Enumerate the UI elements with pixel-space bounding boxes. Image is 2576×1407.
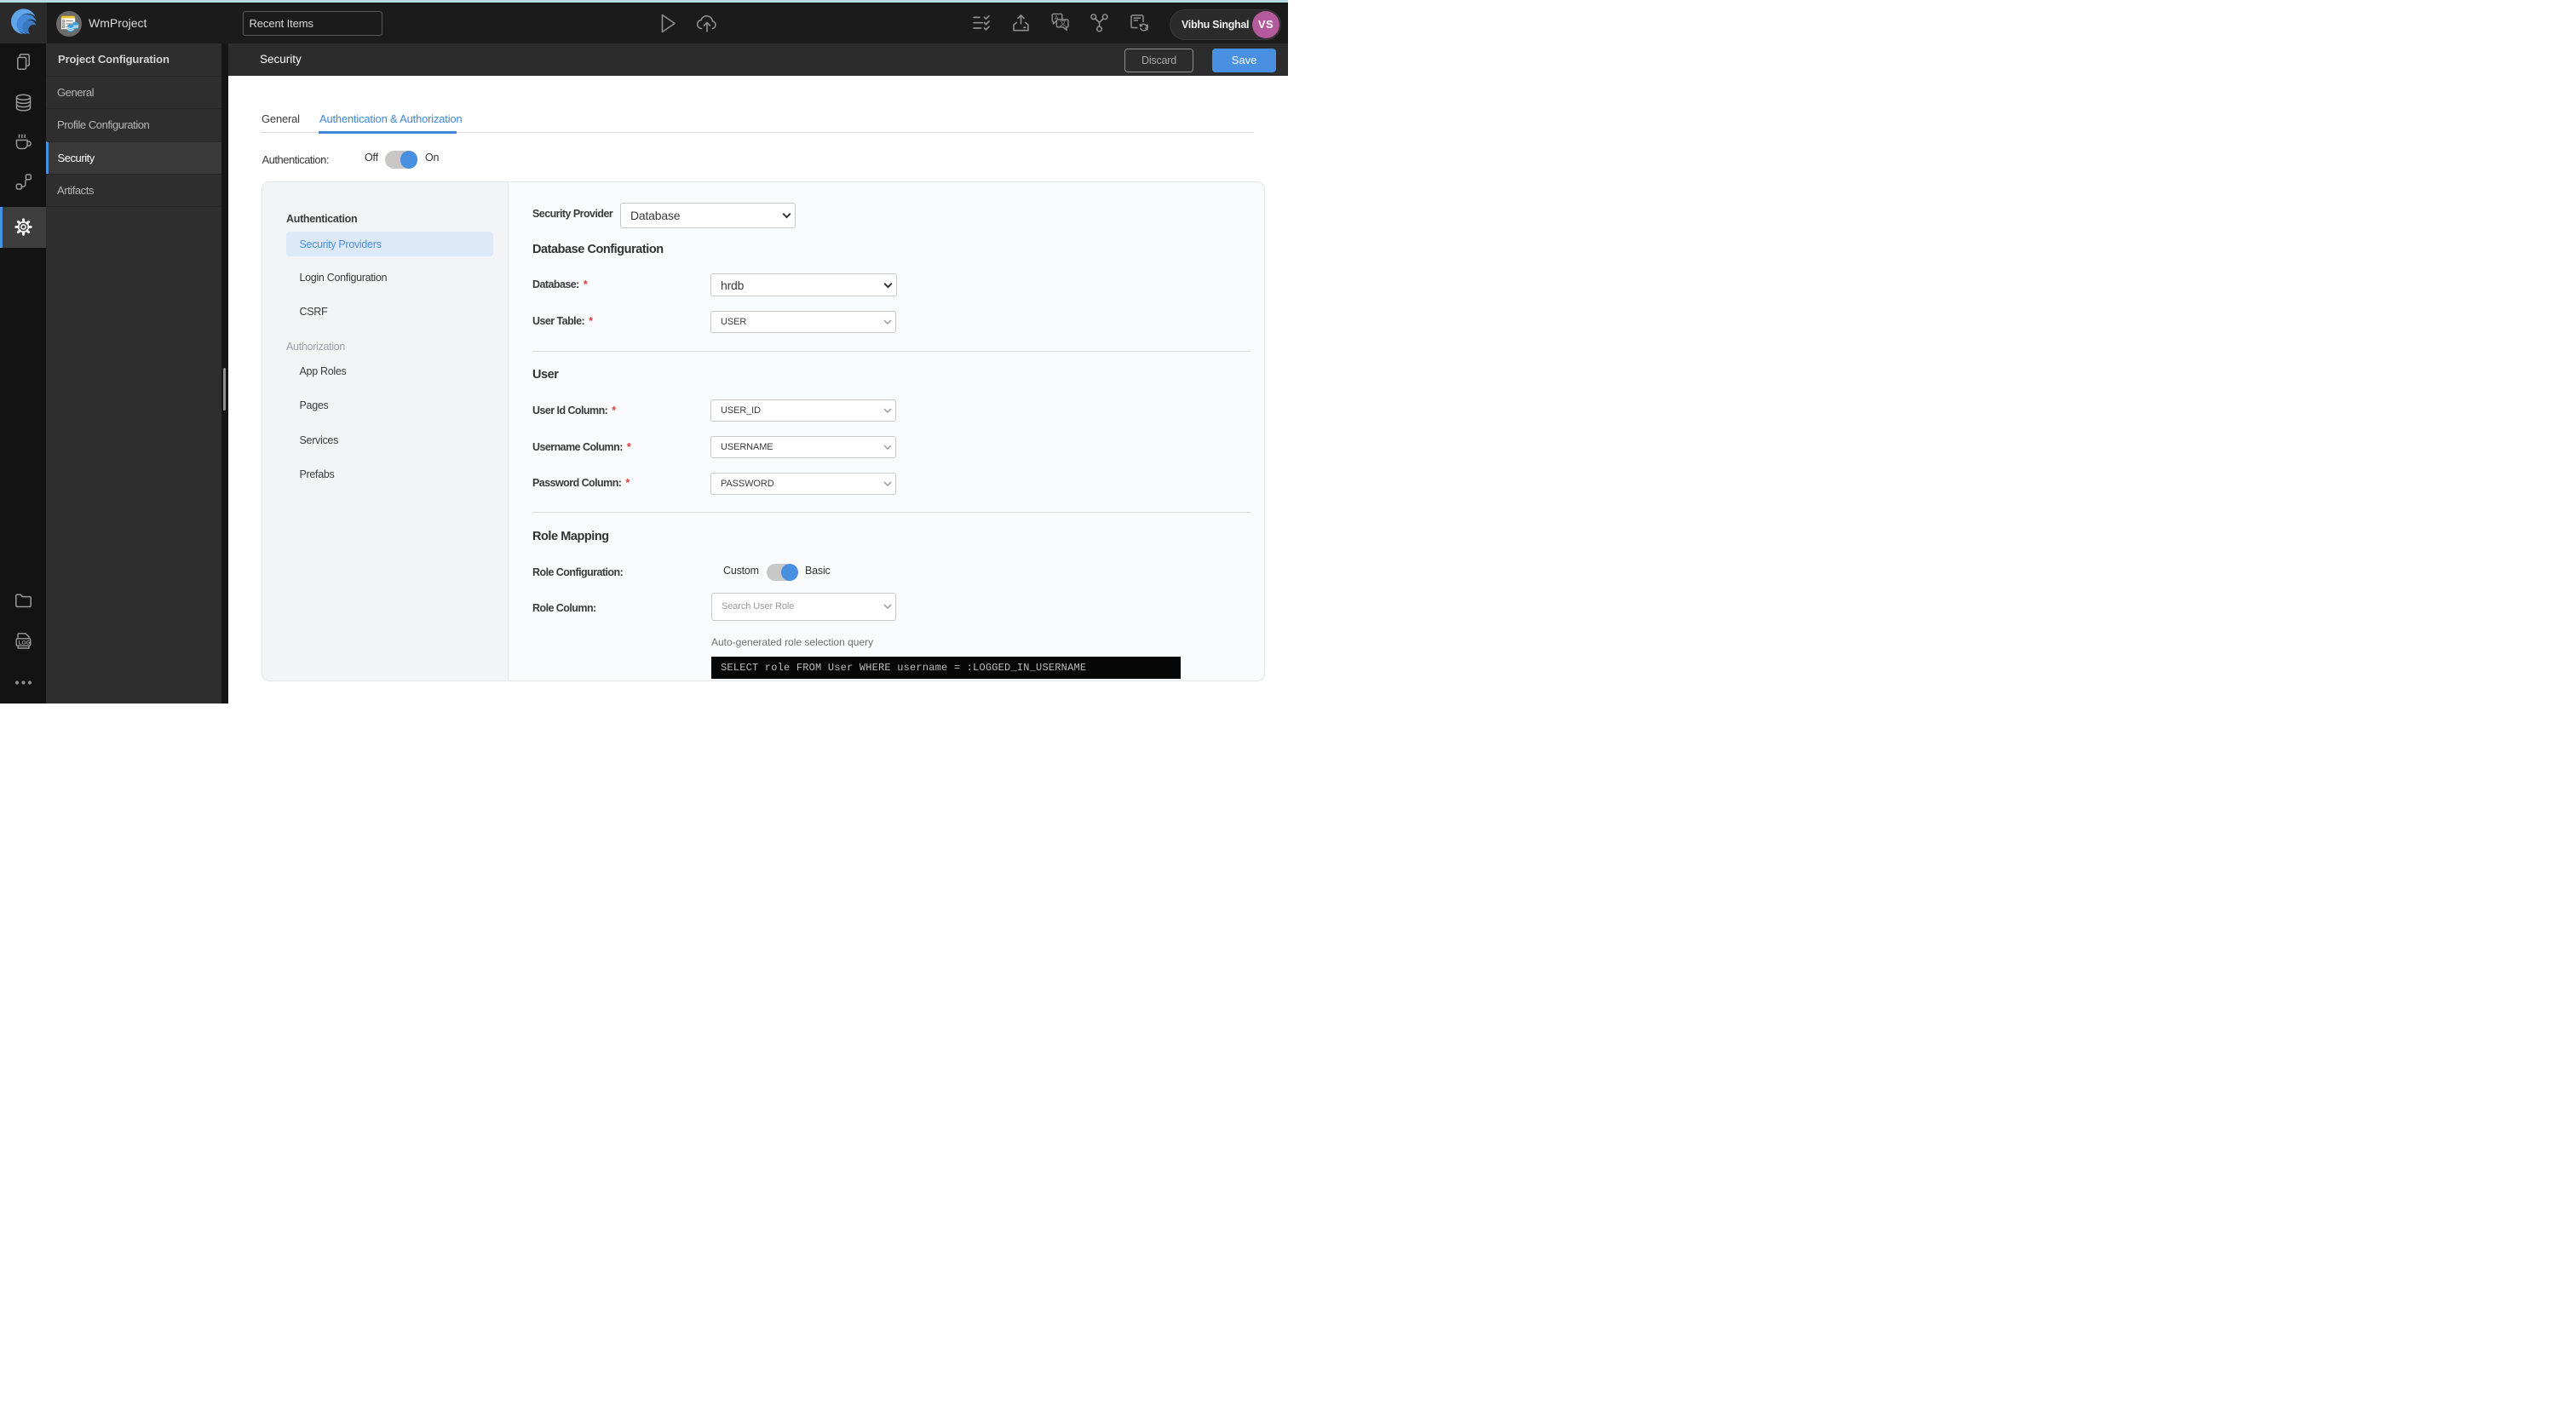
svg-text:LOG: LOG xyxy=(18,640,30,646)
svg-text:文: 文 xyxy=(1060,19,1067,27)
